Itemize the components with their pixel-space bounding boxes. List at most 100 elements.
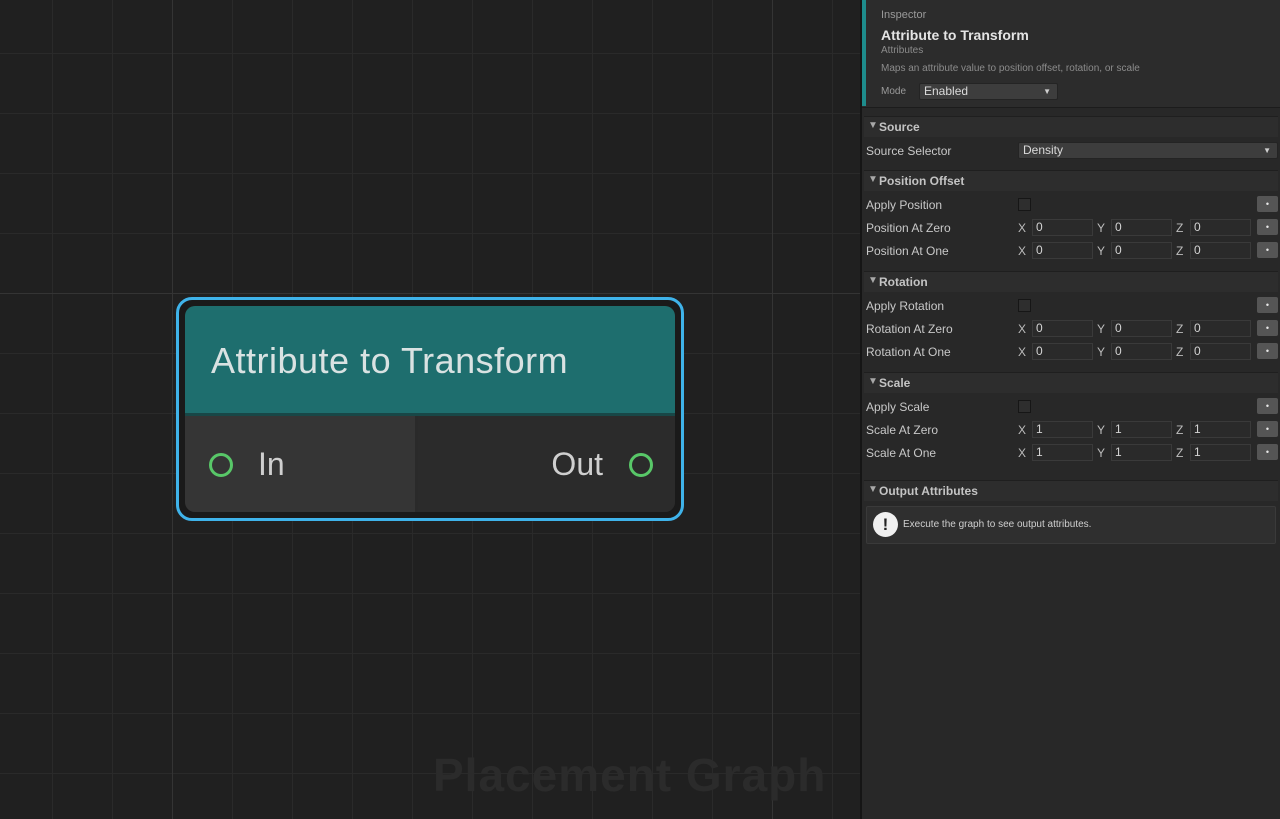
- scale-at-one-x-field[interactable]: 1: [1032, 444, 1093, 461]
- scale-at-zero-z-field[interactable]: 1: [1190, 421, 1251, 438]
- source-selector-dropdown[interactable]: Density ▼: [1018, 142, 1278, 159]
- position-at-one-label: Position At One: [866, 244, 949, 258]
- chevron-down-icon: ▼: [1043, 87, 1051, 96]
- reset-button[interactable]: •: [1257, 219, 1278, 235]
- scale-at-one-label: Scale At One: [866, 446, 937, 460]
- apply-scale-row: Apply Scale •: [864, 396, 1278, 419]
- foldout-triangle-icon: ▼: [868, 174, 878, 185]
- reset-button[interactable]: •: [1257, 421, 1278, 437]
- source-selector-label: Source Selector: [866, 144, 952, 158]
- reset-button[interactable]: •: [1257, 297, 1278, 313]
- position-at-one-x-field[interactable]: 0: [1032, 242, 1093, 259]
- apply-position-row: Apply Position •: [864, 194, 1278, 217]
- graph-node-attribute-to-transform[interactable]: Attribute to Transform In Out: [176, 297, 684, 521]
- scale-at-zero-row: Scale At Zero X 1 Y 1 Z 1 •: [864, 419, 1278, 442]
- position-at-zero-z-field[interactable]: 0: [1190, 219, 1251, 236]
- axis-x-label: X: [1018, 322, 1027, 336]
- section-label: Source: [879, 120, 920, 134]
- inspector-title: Attribute to Transform: [881, 27, 1029, 43]
- section-header-position-offset[interactable]: ▼ Position Offset: [864, 170, 1278, 191]
- output-port-label: Out: [551, 446, 603, 482]
- scale-at-zero-label: Scale At Zero: [866, 423, 939, 437]
- axis-z-label: Z: [1176, 446, 1184, 460]
- reset-button[interactable]: •: [1257, 242, 1278, 258]
- source-selector-row: Source Selector Density ▼: [864, 140, 1278, 163]
- foldout-triangle-icon: ▼: [868, 376, 878, 387]
- output-port-connector[interactable]: [629, 453, 653, 477]
- rotation-at-zero-x-field[interactable]: 0: [1032, 320, 1093, 337]
- foldout-triangle-icon: ▼: [868, 120, 878, 131]
- axis-z-label: Z: [1176, 221, 1184, 235]
- axis-y-label: Y: [1097, 345, 1106, 359]
- apply-rotation-label: Apply Rotation: [866, 299, 945, 313]
- reset-button[interactable]: •: [1257, 398, 1278, 414]
- source-selector-value: Density: [1023, 143, 1064, 157]
- position-at-zero-y-field[interactable]: 0: [1111, 219, 1172, 236]
- output-help-box: ! Execute the graph to see output attrib…: [866, 506, 1276, 544]
- section-label: Rotation: [879, 275, 928, 289]
- graph-watermark: Placement Graph: [433, 749, 827, 801]
- section-label: Scale: [879, 376, 911, 390]
- apply-scale-checkbox[interactable]: [1018, 400, 1031, 413]
- rotation-at-one-row: Rotation At One X 0 Y 0 Z 0 •: [864, 341, 1278, 364]
- inspector-panel: Inspector Attribute to Transform Attribu…: [862, 0, 1280, 819]
- input-port-label: In: [258, 446, 285, 482]
- input-port-row: In: [185, 416, 415, 512]
- inspector-accent-bar: [862, 0, 866, 106]
- reset-button[interactable]: •: [1257, 444, 1278, 460]
- foldout-triangle-icon: ▼: [868, 275, 878, 286]
- scale-at-zero-x-field[interactable]: 1: [1032, 421, 1093, 438]
- info-exclamation-icon: !: [873, 512, 898, 537]
- rotation-at-one-y-field[interactable]: 0: [1111, 343, 1172, 360]
- input-port-connector[interactable]: [209, 453, 233, 477]
- inspector-kicker: Inspector: [881, 9, 927, 21]
- axis-y-label: Y: [1097, 221, 1106, 235]
- axis-x-label: X: [1018, 244, 1027, 258]
- section-label: Position Offset: [879, 174, 965, 188]
- scale-at-one-y-field[interactable]: 1: [1111, 444, 1172, 461]
- rotation-at-zero-y-field[interactable]: 0: [1111, 320, 1172, 337]
- axis-z-label: Z: [1176, 423, 1184, 437]
- inspector-category: Attributes: [881, 45, 924, 56]
- axis-y-label: Y: [1097, 423, 1106, 437]
- node-header[interactable]: Attribute to Transform: [185, 306, 675, 416]
- rotation-at-zero-z-field[interactable]: 0: [1190, 320, 1251, 337]
- rotation-at-zero-label: Rotation At Zero: [866, 322, 953, 336]
- reset-button[interactable]: •: [1257, 320, 1278, 336]
- position-at-one-y-field[interactable]: 0: [1111, 242, 1172, 259]
- output-port-row: Out: [418, 416, 675, 512]
- inspector-description: Maps an attribute value to position offs…: [881, 63, 1140, 74]
- position-at-zero-x-field[interactable]: 0: [1032, 219, 1093, 236]
- position-at-one-row: Position At One X 0 Y 0 Z 0 •: [864, 240, 1278, 263]
- rotation-at-one-x-field[interactable]: 0: [1032, 343, 1093, 360]
- reset-button[interactable]: •: [1257, 343, 1278, 359]
- axis-z-label: Z: [1176, 345, 1184, 359]
- reset-button[interactable]: •: [1257, 196, 1278, 212]
- apply-scale-label: Apply Scale: [866, 400, 930, 414]
- scale-at-one-z-field[interactable]: 1: [1190, 444, 1251, 461]
- section-header-scale[interactable]: ▼ Scale: [864, 372, 1278, 393]
- graph-canvas[interactable]: Attribute to Transform In Out Placement …: [0, 0, 860, 819]
- section-label: Output Attributes: [879, 484, 978, 498]
- mode-value: Enabled: [924, 84, 969, 98]
- axis-y-label: Y: [1097, 244, 1106, 258]
- section-header-rotation[interactable]: ▼ Rotation: [864, 271, 1278, 292]
- apply-position-label: Apply Position: [866, 198, 943, 212]
- apply-rotation-checkbox[interactable]: [1018, 299, 1031, 312]
- mode-dropdown[interactable]: Enabled ▼: [919, 83, 1058, 100]
- axis-y-label: Y: [1097, 322, 1106, 336]
- node-body: Attribute to Transform In Out: [185, 306, 675, 512]
- scale-at-zero-y-field[interactable]: 1: [1111, 421, 1172, 438]
- section-header-source[interactable]: ▼ Source: [864, 116, 1278, 137]
- foldout-triangle-icon: ▼: [868, 484, 878, 495]
- section-header-output-attributes[interactable]: ▼ Output Attributes: [864, 480, 1278, 501]
- apply-position-checkbox[interactable]: [1018, 198, 1031, 211]
- axis-y-label: Y: [1097, 446, 1106, 460]
- position-at-one-z-field[interactable]: 0: [1190, 242, 1251, 259]
- axis-x-label: X: [1018, 446, 1027, 460]
- rotation-at-one-z-field[interactable]: 0: [1190, 343, 1251, 360]
- rotation-at-zero-row: Rotation At Zero X 0 Y 0 Z 0 •: [864, 318, 1278, 341]
- apply-rotation-row: Apply Rotation •: [864, 295, 1278, 318]
- node-title: Attribute to Transform: [211, 340, 569, 381]
- axis-x-label: X: [1018, 423, 1027, 437]
